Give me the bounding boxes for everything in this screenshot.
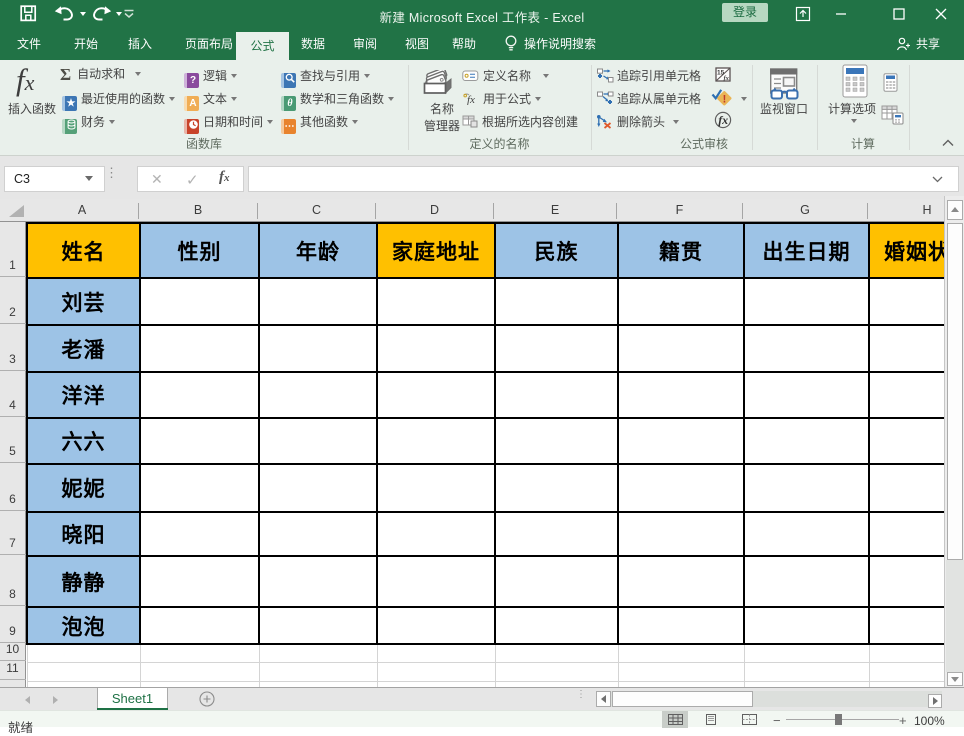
svg-text:fx: fx — [467, 94, 475, 105]
svg-text:fx: fx — [724, 75, 730, 82]
svg-text:!: ! — [723, 94, 727, 106]
svg-text:fx: fx — [718, 113, 728, 127]
